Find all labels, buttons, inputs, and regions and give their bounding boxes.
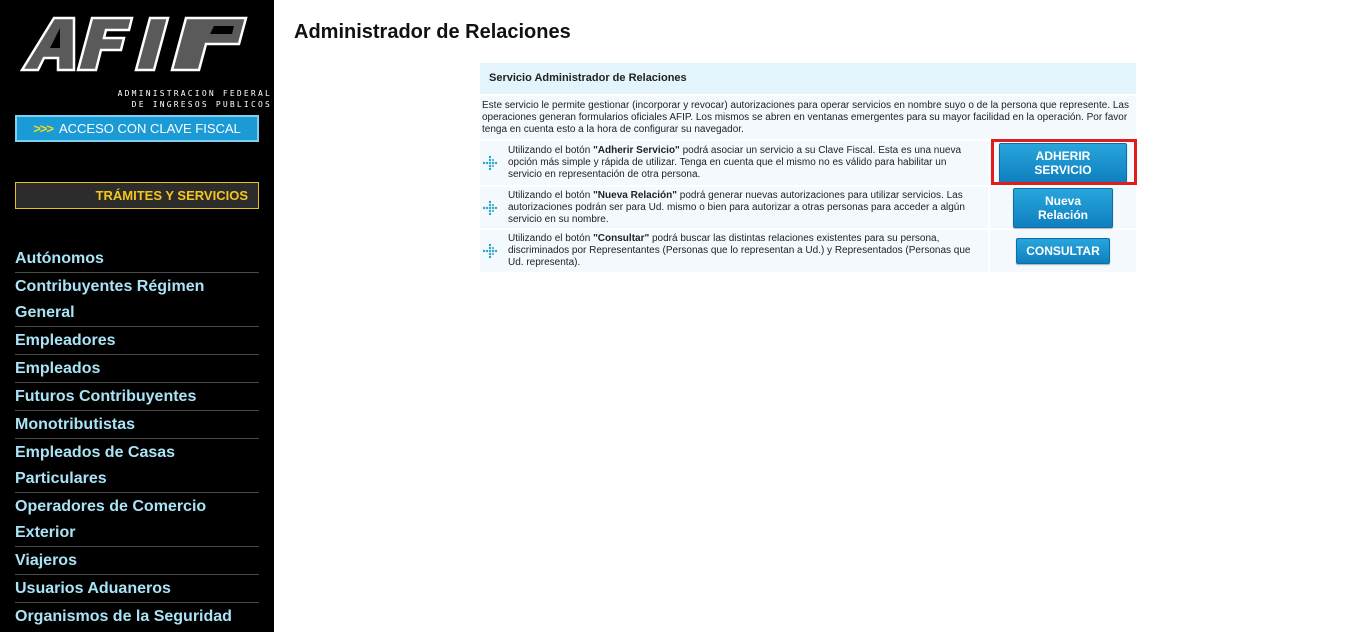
service-row-nueva-relacion: Utilizando el botón "Nueva Relación" pod… bbox=[480, 187, 1136, 228]
sidebar-item-organismos-seguridad-social[interactable]: Organismos de la Seguridad Social bbox=[15, 603, 259, 632]
row-text-pre: Utilizando el botón bbox=[508, 189, 594, 201]
row-button-cell: CONSULTAR bbox=[990, 230, 1136, 272]
sidebar-item-operadores-comercio-exterior[interactable]: Operadores de Comercio Exterior bbox=[15, 493, 259, 547]
afip-logo-icon bbox=[19, 16, 248, 72]
triple-chevron-icon: >>> bbox=[33, 121, 54, 136]
row-text-bold: "Consultar" bbox=[593, 233, 650, 244]
sidebar-item-empleados[interactable]: Empleados bbox=[15, 355, 259, 383]
row-description: Utilizando el botón "Nueva Relación" pod… bbox=[480, 187, 988, 228]
row-text-bold: "Nueva Relación" bbox=[593, 189, 678, 201]
service-row-adherir: Utilizando el botón "Adherir Servicio" p… bbox=[480, 141, 1136, 185]
consultar-button[interactable]: CONSULTAR bbox=[1016, 238, 1110, 264]
sidebar-item-empleadores[interactable]: Empleadores bbox=[15, 327, 259, 355]
dotted-arrow-icon bbox=[482, 243, 498, 259]
service-row-consultar: Utilizando el botón "Consultar" podrá bu… bbox=[480, 230, 1136, 272]
sidebar-item-empleados-casas-particulares[interactable]: Empleados de Casas Particulares bbox=[15, 439, 259, 493]
sidebar-item-futuros-contribuyentes[interactable]: Futuros Contribuyentes bbox=[15, 383, 259, 411]
sidebar: ADMINISTRACION FEDERAL DE INGRESOS PUBLI… bbox=[0, 0, 274, 632]
row-text: Utilizando el botón "Nueva Relación" pod… bbox=[508, 190, 982, 226]
page-title: Administrador de Relaciones bbox=[294, 21, 571, 43]
row-text: Utilizando el botón "Consultar" podrá bu… bbox=[508, 233, 982, 269]
row-text-pre: Utilizando el botón bbox=[508, 145, 594, 156]
row-description: Utilizando el botón "Adherir Servicio" p… bbox=[480, 141, 988, 185]
adherir-servicio-button[interactable]: ADHERIR SERVICIO bbox=[999, 143, 1127, 183]
panel-header: Servicio Administrador de Relaciones bbox=[480, 63, 1136, 94]
row-text-bold: "Adherir Servicio" bbox=[593, 145, 680, 156]
row-button-cell: Nueva Relación bbox=[990, 187, 1136, 228]
row-description: Utilizando el botón "Consultar" podrá bu… bbox=[480, 230, 988, 272]
sidebar-item-autonomos[interactable]: Autónomos bbox=[15, 245, 259, 273]
tramites-servicios-button[interactable]: TRÁMITES Y SERVICIOS bbox=[15, 182, 259, 209]
dotted-arrow-icon bbox=[482, 200, 498, 215]
row-text-pre: Utilizando el botón bbox=[508, 233, 594, 244]
sidebar-item-viajeros[interactable]: Viajeros bbox=[15, 547, 259, 575]
sidebar-item-contribuyentes-regimen-general[interactable]: Contribuyentes Régimen General bbox=[15, 273, 259, 327]
logo-subtitle: ADMINISTRACION FEDERAL DE INGRESOS PUBLI… bbox=[96, 88, 272, 110]
panel-intro: Este servicio le permite gestionar (inco… bbox=[480, 96, 1136, 139]
tramites-servicios-label: TRÁMITES Y SERVICIOS bbox=[95, 188, 248, 203]
sidebar-item-usuarios-aduaneros[interactable]: Usuarios Aduaneros bbox=[15, 575, 259, 603]
logo-subtitle-line2: DE INGRESOS PUBLICOS bbox=[131, 100, 272, 109]
afip-logo[interactable]: ADMINISTRACION FEDERAL DE INGRESOS PUBLI… bbox=[19, 14, 270, 109]
acceso-clave-fiscal-button[interactable]: >>> ACCESO CON CLAVE FISCAL bbox=[15, 115, 259, 142]
sidebar-nav: Autónomos Contribuyentes Régimen General… bbox=[15, 245, 259, 632]
row-text: Utilizando el botón "Adherir Servicio" p… bbox=[508, 145, 982, 181]
service-panel: Servicio Administrador de Relaciones Est… bbox=[480, 63, 1136, 272]
nueva-relacion-button[interactable]: Nueva Relación bbox=[1013, 187, 1113, 228]
row-button-cell: ADHERIR SERVICIO bbox=[990, 141, 1136, 185]
dotted-arrow-icon bbox=[482, 155, 498, 171]
sidebar-item-monotributistas[interactable]: Monotributistas bbox=[15, 411, 259, 439]
acceso-clave-fiscal-label: ACCESO CON CLAVE FISCAL bbox=[58, 121, 241, 136]
logo-subtitle-line1: ADMINISTRACION FEDERAL bbox=[117, 89, 272, 98]
